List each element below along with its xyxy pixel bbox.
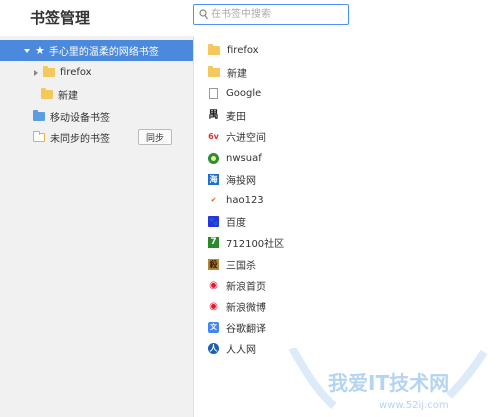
- folder-icon: [33, 131, 45, 142]
- list-item[interactable]: ◉ 新浪微博: [208, 296, 266, 316]
- sidebar-item-label: 移动设备书签: [50, 113, 110, 124]
- list-item-label: 人人网: [226, 344, 256, 356]
- list-item-label: 百度: [226, 217, 246, 229]
- list-item-label: 麦田: [226, 111, 246, 123]
- weibo-icon: ◉: [209, 300, 218, 312]
- translate-icon: 文: [208, 321, 219, 333]
- list-item[interactable]: Google: [208, 83, 261, 103]
- list-item-label: 海投网: [226, 175, 256, 187]
- folder-icon: [43, 66, 55, 77]
- watermark-logo: 我爱IT技术网 www.52ij.com: [288, 348, 488, 411]
- list-item-label: 六进空间: [226, 132, 266, 144]
- page-icon: [209, 87, 218, 99]
- sidebar-item-firefox[interactable]: firefox: [0, 62, 193, 83]
- list-item-label: firefox: [227, 44, 259, 56]
- sidebar-item-root[interactable]: ★ 手心里的温柔的网络书签: [0, 40, 193, 61]
- sidebar-item-label: 未同步的书签: [50, 134, 110, 145]
- star-icon: ★: [35, 44, 45, 57]
- sidebar-item-label: 新建: [58, 91, 78, 102]
- folder-icon: [33, 110, 45, 121]
- list-item[interactable]: nwsuaf: [208, 148, 262, 168]
- renren-icon: 人: [208, 342, 219, 354]
- liujin-icon: 6v: [208, 131, 219, 141]
- watermark-text: 我爱IT技术网: [328, 371, 449, 395]
- list-item[interactable]: 新建: [208, 62, 247, 82]
- list-item[interactable]: 殺 三国杀: [208, 254, 256, 274]
- folder-icon: [41, 88, 53, 99]
- list-item-label: 712100社区: [226, 238, 285, 250]
- list-item[interactable]: ✔ hao123: [208, 190, 264, 210]
- baidu-icon: 🐾: [208, 215, 219, 227]
- list-item[interactable]: 🐾 百度: [208, 211, 246, 231]
- sidebar-item-unsynced[interactable]: 未同步的书签: [0, 127, 135, 148]
- hao123-icon: ✔: [210, 195, 217, 204]
- chevron-down-icon[interactable]: [24, 48, 30, 53]
- search-icon: [199, 9, 208, 20]
- list-item[interactable]: 文 谷歌翻译: [208, 317, 266, 337]
- nwsuaf-icon: [208, 152, 219, 164]
- folder-icon: [208, 65, 220, 77]
- list-item[interactable]: 海 海投网: [208, 169, 256, 189]
- divider: [193, 36, 194, 417]
- list-item[interactable]: 7 712100社区: [208, 232, 284, 252]
- list-item-label: hao123: [226, 194, 264, 206]
- list-item-label: 新浪首页: [226, 281, 266, 293]
- list-item-label: 新建: [227, 68, 247, 80]
- list-item-label: Google: [226, 87, 262, 99]
- list-item-label: 三国杀: [226, 260, 256, 272]
- list-item[interactable]: 人 人人网: [208, 338, 256, 358]
- sanguosha-icon: 殺: [208, 258, 219, 270]
- list-item-label: 谷歌翻译: [226, 323, 266, 335]
- page-title: 书签管理: [30, 9, 91, 27]
- list-item[interactable]: 6v 六进空间: [208, 126, 266, 146]
- list-item[interactable]: 禺 麦田: [208, 105, 247, 125]
- folder-icon: [208, 43, 220, 55]
- maitian-icon: 禺: [208, 109, 219, 121]
- watermark-url: www.52ij.com: [379, 400, 449, 411]
- 712100-icon: 7: [208, 236, 219, 248]
- sidebar-item-label: 手心里的温柔的网络书签: [48, 47, 159, 58]
- list-item-label: 新浪微博: [226, 302, 266, 314]
- search-box[interactable]: [193, 4, 349, 25]
- search-input[interactable]: [211, 7, 343, 22]
- weibo-icon: ◉: [209, 279, 218, 291]
- list-item[interactable]: firefox: [208, 40, 259, 60]
- list-item-label: nwsuaf: [226, 152, 262, 164]
- haitou-icon: 海: [208, 173, 219, 185]
- sync-button[interactable]: 同步: [138, 129, 172, 145]
- list-item[interactable]: ◉ 新浪首页: [208, 275, 266, 295]
- sidebar-item-new[interactable]: 新建: [0, 84, 193, 105]
- chevron-right-icon[interactable]: [34, 69, 38, 76]
- header: 书签管理: [0, 0, 500, 36]
- sidebar-item-label: firefox: [60, 67, 92, 78]
- sidebar-item-mobile[interactable]: 移动设备书签: [0, 106, 193, 127]
